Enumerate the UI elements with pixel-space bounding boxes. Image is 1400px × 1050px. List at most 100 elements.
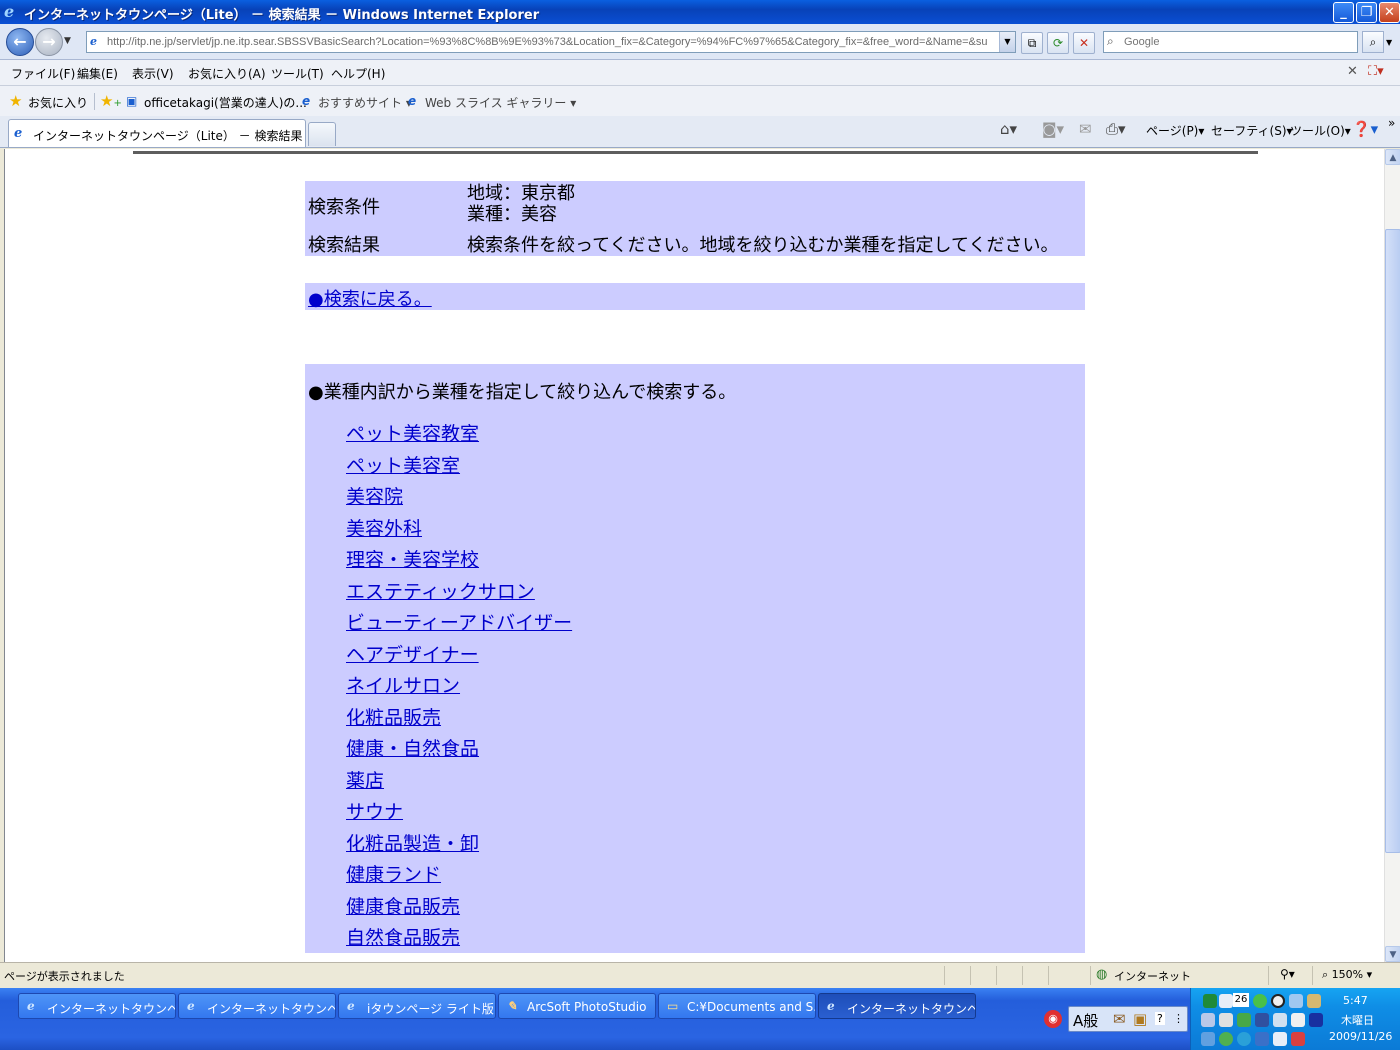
history-dropdown-icon[interactable]: ▼ [64,36,71,46]
search-icon[interactable]: ⌕ [1362,31,1384,53]
category-link[interactable]: エステティックサロン [346,581,535,603]
close-toolbar-icon[interactable]: ✕ [1347,64,1358,79]
tray-security-icon[interactable] [1291,1032,1305,1046]
menu-help[interactable]: ヘルプ(H) [331,65,385,82]
favorites-button[interactable]: お気に入り [28,94,88,111]
taskbar-item[interactable]: e インターネットタウンペー... [18,993,176,1019]
address-input[interactable] [107,34,987,50]
page-menu[interactable]: ページ(P)▾ [1146,122,1204,139]
tray-device-icon[interactable] [1291,1013,1305,1027]
close-button[interactable]: ✕ [1379,2,1400,23]
search-box[interactable]: ⌕ [1103,31,1358,53]
category-link[interactable]: 自然食品販売 [346,927,460,949]
ime-bar[interactable]: A般 ✉ ▣ ? ⋮ [1068,1006,1188,1032]
category-link[interactable]: ペット美容教室 [346,423,479,445]
menu-file[interactable]: ファイル(F) [11,65,75,82]
taskbar-item[interactable]: e インターネットタウンペー... [178,993,336,1019]
category-link[interactable]: 化粧品販売 [346,707,441,729]
category-link[interactable]: 薬店 [346,770,384,792]
new-tab-button[interactable] [308,122,336,146]
stop-icon[interactable]: ✕ [1073,32,1095,54]
tray-display-icon[interactable] [1255,1032,1269,1046]
category-link[interactable]: 理容・美容学校 [346,549,479,571]
category-link[interactable]: ペット美容室 [346,455,460,477]
clock-time[interactable]: 5:47 [1343,994,1368,1007]
zoom-level[interactable]: ⌕ 150% ▾ [1322,968,1372,982]
safety-menu[interactable]: セーフティ(S)▾ [1211,122,1293,139]
category-link[interactable]: 健康・自然食品 [346,738,479,760]
category-link[interactable]: 美容院 [346,486,403,508]
add-favorite-icon[interactable]: ★+ [100,92,122,110]
address-bar[interactable]: e ▼ [86,31,1016,53]
print-icon[interactable]: ⎙▾ [1106,120,1126,138]
menu-view[interactable]: 表示(V) [132,65,174,82]
tray-volume-icon[interactable] [1201,1032,1215,1046]
feeds-icon[interactable]: ◙▾ [1042,120,1064,138]
home-icon[interactable]: ⌂▾ [1000,120,1017,138]
category-link[interactable]: 美容外科 [346,518,422,540]
translate-icon[interactable]: ⛶▾ [1368,64,1384,79]
scroll-thumb[interactable] [1385,229,1400,853]
ime-mode[interactable]: A般 [1073,1010,1098,1031]
tray-update-icon[interactable] [1237,1013,1251,1027]
help-icon[interactable]: ❓▾ [1352,120,1378,138]
menu-edit[interactable]: 編集(E) [77,65,118,82]
clock-icon[interactable] [1271,994,1285,1008]
calendar-icon[interactable]: 26 [1233,993,1249,1007]
vertical-scrollbar[interactable]: ▲ ▼ [1384,149,1400,962]
favorite-web-slice-gallery[interactable]: Web スライス ギャラリー ▾ [425,94,576,111]
tray-connection-icon[interactable] [1273,1013,1287,1027]
category-link[interactable]: 健康食品販売 [346,896,460,918]
category-link[interactable]: 化粧品製造・卸 [346,833,479,855]
tray-green-icon[interactable] [1219,1032,1233,1046]
taskbar-item[interactable]: ✎ ArcSoft PhotoStudio [498,993,656,1019]
category-link[interactable]: 健康ランド [346,864,441,886]
favorite-suggested-sites[interactable]: おすすめサイト ▾ [318,94,412,111]
taskbar-item-active[interactable]: e インターネットタウンペー... [818,993,976,1019]
minimize-button[interactable]: _ [1333,2,1354,23]
tray-sync-icon[interactable] [1289,994,1303,1008]
tray-monitor-icon[interactable] [1273,1032,1287,1046]
back-to-search-link[interactable]: ●検索に戻る。 [308,285,432,311]
favorites-star-icon[interactable]: ★ [9,92,22,110]
compatibility-icon[interactable]: ⧉ [1021,32,1043,54]
tray-on-icon[interactable] [1219,1013,1233,1027]
mail-icon[interactable]: ✉ [1079,120,1092,138]
menu-tools[interactable]: ツール(T) [271,65,324,82]
back-button[interactable]: ← [6,28,34,56]
antivirus-icon[interactable]: ◉ [1044,1010,1062,1028]
more-commands-icon[interactable]: » [1388,116,1395,130]
scroll-down-icon[interactable]: ▼ [1385,946,1400,962]
category-link[interactable]: サウナ [346,801,403,823]
category-link[interactable]: ビューティーアドバイザー [346,612,572,634]
clock-date[interactable]: 2009/11/26 [1329,1030,1392,1043]
tray-window-icon[interactable] [1219,994,1233,1008]
tray-status-icon[interactable] [1253,994,1267,1008]
scroll-up-icon[interactable]: ▲ [1385,149,1400,165]
taskbar-item[interactable]: ▭ C:¥Documents and S... [658,993,816,1019]
menu-favorites[interactable]: お気に入り(A) [188,65,266,82]
tray-tool-icon[interactable] [1307,994,1321,1008]
protected-mode-icon[interactable]: ⚲▾ [1280,967,1295,981]
ime-tools-icon[interactable]: ✉ [1113,1010,1126,1028]
ime-options-icon[interactable]: ⋮ [1173,1012,1184,1025]
tray-blue-icon[interactable] [1237,1032,1251,1046]
tray-media-icon[interactable] [1309,1013,1323,1027]
search-input[interactable] [1124,34,1354,50]
refresh-icon[interactable]: ⟳ [1047,32,1069,54]
clock-weekday[interactable]: 木曜日 [1341,1012,1374,1028]
search-options-icon[interactable]: ▼ [1386,38,1392,47]
tray-network-icon[interactable] [1201,1013,1215,1027]
ime-dictionary-icon[interactable]: ▣ [1133,1010,1147,1028]
taskbar-item[interactable]: e iタウンページ ライト版 -... [338,993,496,1019]
forward-button[interactable]: → [35,28,63,56]
maximize-button[interactable]: ❐ [1356,2,1377,23]
tab-current[interactable]: e インターネットタウンページ（Lite） － 検索結果 [8,119,306,147]
category-link[interactable]: ネイルサロン [346,675,460,697]
address-dropdown-icon[interactable]: ▼ [999,32,1015,52]
ime-help-icon[interactable]: ? [1155,1012,1165,1025]
category-link[interactable]: ヘアデザイナー [346,644,479,666]
tray-phone-icon[interactable] [1255,1013,1269,1027]
tray-app-icon[interactable] [1203,994,1217,1008]
favorite-link-officetakagi[interactable]: officetakagi(営業の達人)の... [144,94,307,111]
